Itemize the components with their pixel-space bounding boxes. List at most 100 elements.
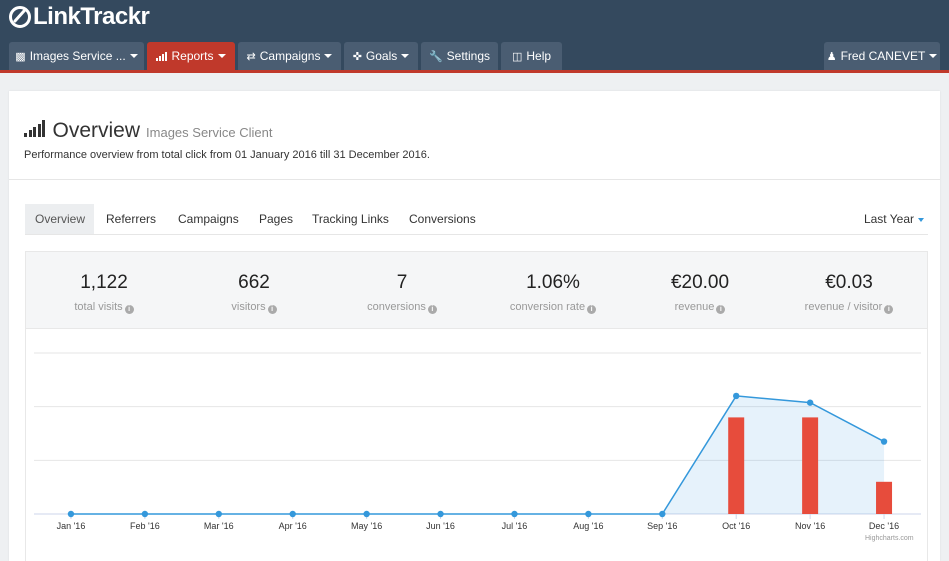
bar-chart-icon <box>156 51 168 61</box>
caret-down-icon <box>129 54 138 58</box>
nav-goals[interactable]: ✜ Goals <box>344 42 418 70</box>
stats-bar: 1,122 total visits i 662 visitors i 7 conv… <box>25 251 928 329</box>
area-fill <box>70 395 885 514</box>
medkit-icon: ◫ <box>511 50 523 63</box>
stat-label-wrap: revenue / visitor i <box>774 301 924 314</box>
nav-settings-label: Settings <box>446 49 491 63</box>
user-icon: ♟ <box>826 50 837 63</box>
caret-down-icon <box>929 54 938 58</box>
nav-client-dropdown[interactable]: ▩ Images Service ... <box>9 42 144 70</box>
visits-point <box>363 510 370 518</box>
tab-overview[interactable]: Overview <box>25 204 94 234</box>
x-tick-label: Sep '16 <box>647 521 677 531</box>
wrench-icon: 🔧 <box>428 50 443 63</box>
stat-value: €0.03 <box>825 272 873 293</box>
info-icon[interactable]: i <box>716 305 726 314</box>
visits-chart: Jan '16 Feb '16 Mar '16 Apr '16 May '16 Jun '… <box>34 352 921 531</box>
visits-point <box>215 510 222 518</box>
visits-point <box>733 392 740 400</box>
x-tick-label: Feb '16 <box>130 521 160 531</box>
stat-label: revenue <box>674 301 715 313</box>
tab-campaigns[interactable]: Campaigns <box>168 204 249 234</box>
stat-value: €20.00 <box>670 272 730 293</box>
x-tick-label: Apr '16 <box>279 521 307 531</box>
nav-campaigns-label: Campaigns <box>259 49 321 63</box>
tab-pages[interactable]: Pages <box>249 204 303 234</box>
tab-referrers[interactable]: Referrers <box>96 204 166 234</box>
x-tick-label: May '16 <box>351 521 382 531</box>
caret-down-icon <box>217 54 226 58</box>
x-tick-label: Dec '16 <box>869 521 899 531</box>
stat-label-wrap: total visits i <box>29 301 179 314</box>
report-panel: Overview Images Service Client Performan… <box>9 91 940 561</box>
page-header: Overview Images Service Client Performan… <box>9 91 940 180</box>
page-subtitle: Images Service Client <box>146 125 273 140</box>
title-row: Overview Images Service Client <box>24 119 272 143</box>
top-navbar: LinkTrackr ▩ Images Service ... Reports … <box>0 0 949 73</box>
x-tick-label: Aug '16 <box>573 521 603 531</box>
brand-name: LinkTrackr <box>33 3 150 30</box>
stat-label-wrap: conversions i <box>327 301 477 314</box>
visits-point <box>806 399 814 406</box>
nav-settings[interactable]: 🔧 Settings <box>421 42 498 70</box>
shuffle-icon: ⇄ <box>246 50 256 63</box>
x-tick-label: Jun '16 <box>426 521 455 531</box>
stat-value: 1.06% <box>526 272 580 293</box>
page-description: Performance overview from total click fr… <box>24 149 430 161</box>
stat-label-wrap: visitors i <box>179 301 329 314</box>
tab-conversions[interactable]: Conversions <box>399 204 486 234</box>
visits-point <box>659 510 666 518</box>
caret-down-icon <box>324 54 333 58</box>
stat-label-wrap: conversion rate i <box>478 301 628 314</box>
report-tabs: Overview Referrers Campaigns Pages Track… <box>25 204 928 235</box>
stat-label: conversions <box>367 301 426 313</box>
x-tick-label: Nov '16 <box>795 521 825 531</box>
x-tick-label: Oct '16 <box>722 521 750 531</box>
caret-down-icon <box>918 217 924 222</box>
visits-point <box>67 510 75 518</box>
stat-value: 7 <box>396 272 408 293</box>
info-icon[interactable]: i <box>884 305 894 314</box>
nav-goals-label: Goals <box>365 49 398 63</box>
stat-value: 662 <box>238 272 270 293</box>
page-title: Overview <box>52 119 141 142</box>
conversion-bar <box>802 417 819 514</box>
crosshair-icon: ✜ <box>352 50 362 63</box>
stat-label: revenue / visitor <box>804 301 883 313</box>
brand-logo[interactable]: LinkTrackr <box>8 3 150 30</box>
info-icon[interactable]: i <box>124 305 134 314</box>
date-range-label: Last Year <box>863 212 914 226</box>
x-tick-label: Jul '16 <box>502 521 528 531</box>
nav-reports[interactable]: Reports <box>147 42 235 70</box>
nav-help[interactable]: ◫ Help <box>501 42 562 70</box>
date-range-dropdown[interactable]: Last Year <box>864 204 924 234</box>
nav-campaigns[interactable]: ⇄ Campaigns <box>238 42 341 70</box>
nav-client-label: Images Service ... <box>29 49 126 63</box>
chart-credit[interactable]: Highcharts.com <box>865 535 914 542</box>
visits-chart-container: Jan '16 Feb '16 Mar '16 Apr '16 May '16 Jun '… <box>25 329 928 561</box>
x-tick-label: Mar '16 <box>204 521 234 531</box>
visits-point <box>141 510 149 518</box>
visits-point <box>511 510 518 518</box>
nav-reports-label: Reports <box>171 49 214 63</box>
nav-help-label: Help <box>526 49 552 63</box>
visits-point <box>289 510 296 518</box>
conversion-bar <box>876 481 893 514</box>
cube-icon: ▩ <box>15 50 26 63</box>
info-icon[interactable]: i <box>427 305 437 314</box>
link-logo-icon <box>9 6 31 28</box>
info-icon[interactable]: i <box>587 305 597 314</box>
tab-tracking-links[interactable]: Tracking Links <box>302 204 399 234</box>
user-menu[interactable]: ♟ Fred CANEVET <box>824 42 940 70</box>
stat-label: total visits <box>74 301 123 313</box>
conversion-bar <box>728 417 745 514</box>
stat-value: 1,122 <box>80 272 128 293</box>
info-icon[interactable]: i <box>267 305 277 314</box>
x-tick-label: Jan '16 <box>57 521 86 531</box>
visits-point <box>585 510 592 518</box>
visits-point <box>437 510 444 518</box>
signal-bars-icon <box>24 120 47 137</box>
user-name: Fred CANEVET <box>840 49 926 63</box>
visits-point <box>880 438 888 445</box>
stat-label-wrap: revenue i <box>625 301 775 314</box>
